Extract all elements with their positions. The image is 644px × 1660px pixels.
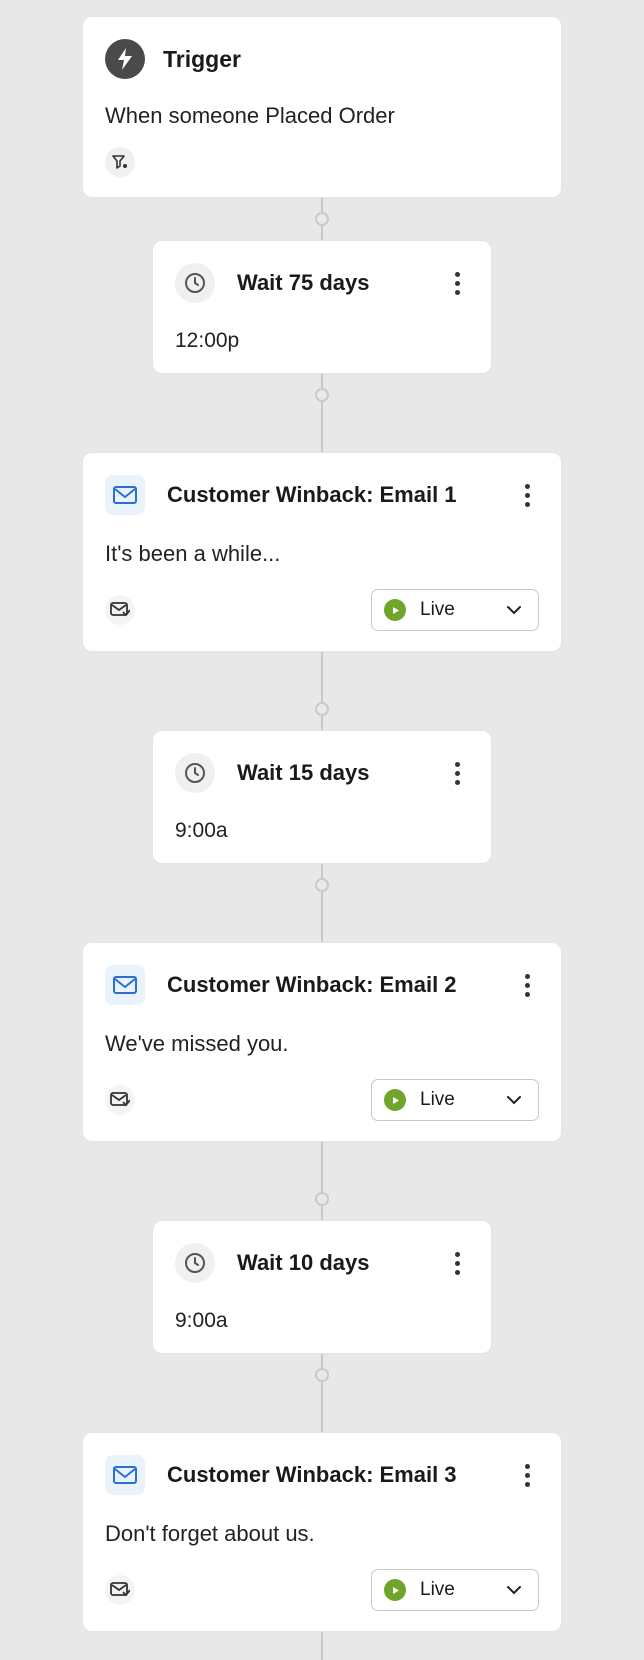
- more-menu-button[interactable]: [445, 1249, 469, 1277]
- more-menu-button[interactable]: [515, 1461, 539, 1489]
- chevron-down-icon: [506, 1095, 522, 1105]
- clock-icon: [175, 753, 215, 793]
- email-card[interactable]: Customer Winback: Email 1 It's been a wh…: [82, 452, 562, 652]
- smart-send-icon[interactable]: [105, 1575, 135, 1605]
- status-dropdown[interactable]: Live: [371, 1569, 539, 1611]
- status-dropdown[interactable]: Live: [371, 589, 539, 631]
- flow-connector: [315, 1142, 329, 1220]
- wait-card[interactable]: Wait 10 days 9:00a: [152, 1220, 492, 1354]
- envelope-icon: [105, 1455, 145, 1495]
- chevron-down-icon: [506, 1585, 522, 1595]
- envelope-icon: [105, 965, 145, 1005]
- play-icon: [384, 1089, 406, 1111]
- flow-connector: [315, 374, 329, 452]
- status-dropdown[interactable]: Live: [371, 1079, 539, 1121]
- trigger-card[interactable]: Trigger When someone Placed Order: [82, 16, 562, 198]
- email-title: Customer Winback: Email 2: [167, 972, 493, 998]
- wait-title: Wait 15 days: [237, 760, 423, 786]
- wait-title: Wait 75 days: [237, 270, 423, 296]
- email-subject: Don't forget about us.: [105, 1521, 539, 1547]
- clock-icon: [175, 263, 215, 303]
- wait-time: 9:00a: [175, 819, 469, 843]
- email-subject: We've missed you.: [105, 1031, 539, 1057]
- trigger-title: Trigger: [163, 46, 241, 73]
- smart-send-icon[interactable]: [105, 595, 135, 625]
- email-title: Customer Winback: Email 1: [167, 482, 493, 508]
- flow-connector: [315, 198, 329, 240]
- flow-connector: [315, 864, 329, 942]
- chevron-down-icon: [506, 605, 522, 615]
- more-menu-button[interactable]: [445, 759, 469, 787]
- email-subject: It's been a while...: [105, 541, 539, 567]
- play-icon: [384, 1579, 406, 1601]
- status-label: Live: [420, 1089, 492, 1111]
- status-label: Live: [420, 599, 492, 621]
- play-icon: [384, 599, 406, 621]
- more-menu-button[interactable]: [515, 971, 539, 999]
- more-menu-button[interactable]: [445, 269, 469, 297]
- wait-card[interactable]: Wait 75 days 12:00p: [152, 240, 492, 374]
- wait-time: 12:00p: [175, 329, 469, 353]
- wait-time: 9:00a: [175, 1309, 469, 1333]
- more-menu-button[interactable]: [515, 481, 539, 509]
- status-label: Live: [420, 1579, 492, 1601]
- flow-connector: [315, 1354, 329, 1432]
- wait-title: Wait 10 days: [237, 1250, 423, 1276]
- envelope-icon: [105, 475, 145, 515]
- flow-connector: [315, 652, 329, 730]
- lightning-icon: [105, 39, 145, 79]
- filter-icon[interactable]: [105, 147, 135, 177]
- smart-send-icon[interactable]: [105, 1085, 135, 1115]
- email-title: Customer Winback: Email 3: [167, 1462, 493, 1488]
- email-card[interactable]: Customer Winback: Email 2 We've missed y…: [82, 942, 562, 1142]
- wait-card[interactable]: Wait 15 days 9:00a: [152, 730, 492, 864]
- clock-icon: [175, 1243, 215, 1283]
- email-card[interactable]: Customer Winback: Email 3 Don't forget a…: [82, 1432, 562, 1632]
- trigger-description: When someone Placed Order: [105, 103, 539, 129]
